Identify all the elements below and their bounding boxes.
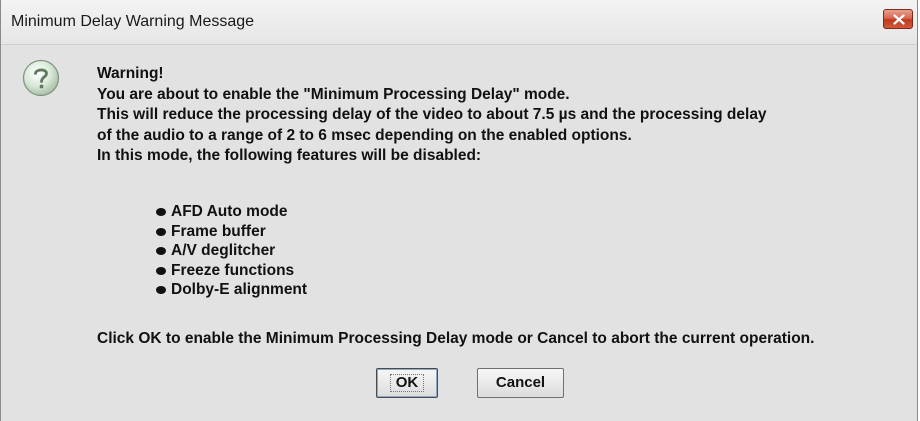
message-line: Warning! <box>97 65 164 82</box>
bullet-icon <box>156 208 166 216</box>
list-item: Freeze functions <box>156 261 307 281</box>
instruction-text: Click OK to enable the Minimum Processin… <box>97 330 815 347</box>
close-icon <box>893 14 905 25</box>
message-line: In this mode, the following features wil… <box>97 147 482 164</box>
feature-label: Freeze functions <box>171 261 295 279</box>
list-item: Dolby-E alignment <box>156 280 307 300</box>
cancel-button-label: Cancel <box>495 374 546 391</box>
bullet-icon <box>156 266 166 275</box>
message-text: Warning! You are about to enable the "Mi… <box>97 64 767 167</box>
feature-label: AFD Auto mode <box>171 203 288 220</box>
feature-label: Dolby-E alignment <box>171 281 308 298</box>
window-title: Minimum Delay Warning Message <box>11 13 255 30</box>
bullet-icon <box>156 247 166 255</box>
list-item: AFD Auto mode <box>156 202 307 222</box>
feature-label: Frame buffer <box>171 222 266 240</box>
focus-indicator <box>390 374 424 392</box>
cancel-button[interactable]: Cancel <box>477 368 564 398</box>
list-item: Frame buffer <box>156 222 307 242</box>
dialog-content: Warning! You are about to enable the "Mi… <box>1 45 917 421</box>
feature-list: AFD Auto mode Frame buffer A/V deglitche… <box>156 202 307 300</box>
close-button[interactable] <box>883 9 913 29</box>
feature-label: A/V deglitcher <box>171 242 276 259</box>
message-line: You are about to enable the "Minimum Pro… <box>97 85 570 103</box>
message-line: of the audio to a range of 2 to 6 msec d… <box>97 126 632 144</box>
ok-button[interactable]: OK <box>376 368 438 398</box>
question-icon <box>22 59 60 97</box>
dialog-window: Minimum Delay Warning Message Warning! Y… <box>0 0 918 421</box>
title-bar[interactable]: Minimum Delay Warning Message <box>1 0 917 45</box>
bullet-icon <box>156 286 166 294</box>
list-item: A/V deglitcher <box>156 241 307 261</box>
bullet-icon <box>156 227 166 236</box>
message-line: This will reduce the processing delay of… <box>97 106 767 123</box>
